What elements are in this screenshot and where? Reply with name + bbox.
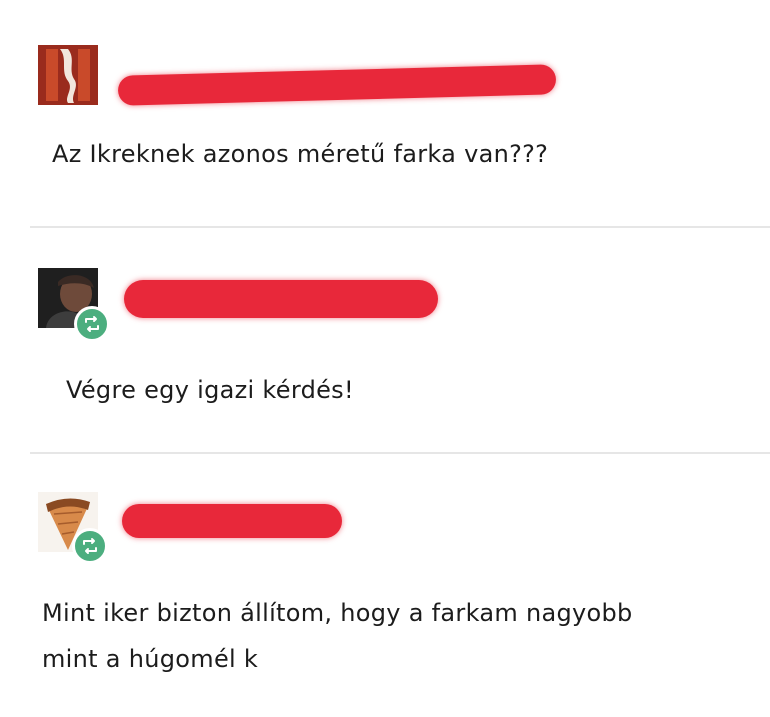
post-1: Az Ikreknek azonos méretű farka van???: [0, 0, 770, 225]
repost-badge: [74, 306, 110, 342]
red-flag-avatar-icon: [38, 45, 98, 105]
repost-icon: [85, 316, 99, 332]
repost-badge: [72, 528, 108, 564]
repost-icon: [83, 538, 97, 554]
comment-line: mint a húgomél k: [42, 645, 259, 673]
comment-text: Az Ikreknek azonos méretű farka van???: [52, 140, 548, 168]
post-2: Végre egy igazi kérdés!: [0, 228, 770, 453]
redacted-username: [117, 64, 557, 106]
comment-text: Végre egy igazi kérdés!: [66, 376, 354, 404]
redacted-username: [122, 504, 342, 538]
comment-line: Mint iker bizton állítom, hogy a farkam …: [42, 599, 633, 627]
comment-text: Mint iker bizton állítom, hogy a farkam …: [42, 590, 633, 682]
post-3: Mint iker bizton állítom, hogy a farkam …: [0, 454, 770, 717]
comment-line: Az Ikreknek azonos méretű farka van???: [52, 140, 549, 168]
avatar[interactable]: [38, 45, 98, 105]
redacted-username: [124, 280, 438, 318]
comment-line: Végre egy igazi kérdés!: [66, 376, 354, 404]
